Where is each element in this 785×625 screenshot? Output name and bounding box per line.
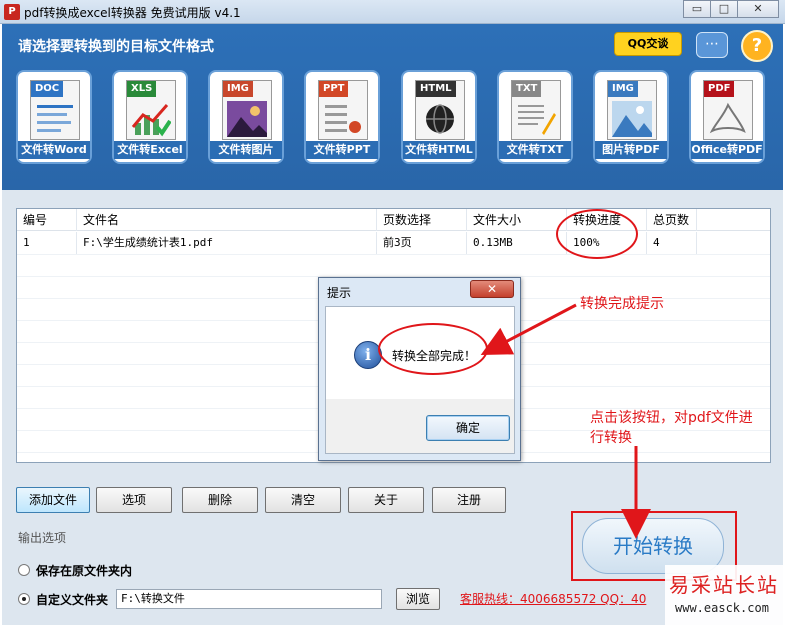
tool-label: 文件转Word	[18, 141, 90, 159]
slides-icon	[325, 105, 361, 133]
tool-label: 文件转图片	[210, 141, 282, 159]
help-icon[interactable]: ?	[741, 30, 773, 62]
about-button[interactable]: 关于	[348, 487, 424, 513]
dialog-ok-button[interactable]: 确定	[426, 415, 510, 441]
output-path-input[interactable]: F:\转换文件	[116, 589, 382, 609]
annotation-click-tip-line2: 行转换	[590, 430, 632, 446]
tool-label: Office转PDF	[691, 141, 763, 159]
message-highlight-ellipse	[378, 323, 488, 375]
clear-button[interactable]: 清空	[265, 487, 341, 513]
tool-label: 文件转Excel	[114, 141, 186, 159]
output-options-label: 输出选项	[18, 531, 67, 545]
tool-label: 图片转PDF	[595, 141, 667, 159]
title-bar: P pdf转换成excel转换器 免费试用版 v4.1 ▭ □ ✕	[0, 0, 785, 24]
img-file-icon: IMG	[222, 80, 272, 140]
tool-file-to-html[interactable]: HTML 文件转HTML	[401, 70, 477, 164]
app-icon: P	[4, 4, 20, 20]
chat-icon[interactable]: ⋯	[696, 32, 728, 58]
tool-badge: IMG	[608, 81, 638, 97]
tool-label: 文件转HTML	[403, 141, 475, 159]
window-title: pdf转换成excel转换器 免费试用版 v4.1	[24, 6, 241, 20]
tool-badge: IMG	[223, 81, 253, 97]
custom-folder-radio[interactable]	[18, 593, 30, 605]
tool-label: 文件转PPT	[306, 141, 378, 159]
service-hotline-link[interactable]: 客服热线：4006685572 QQ：40	[460, 590, 646, 607]
dialog-title: 提示	[327, 286, 352, 300]
acrobat-icon	[709, 102, 746, 134]
cell-filename: F:\学生成绩统计表1.pdf	[77, 232, 377, 254]
header-filename[interactable]: 文件名	[77, 209, 377, 231]
maximize-button[interactable]: □	[710, 0, 738, 18]
close-window-button[interactable]: ✕	[737, 0, 779, 18]
tool-file-to-image[interactable]: IMG 文件转图片	[208, 70, 284, 164]
delete-button[interactable]: 删除	[182, 487, 258, 513]
options-button[interactable]: 选项	[96, 487, 172, 513]
text-pen-icon	[518, 105, 556, 135]
watermark-cn: 易采站长站	[669, 573, 779, 597]
cell-page-select[interactable]: 前3页	[377, 232, 467, 254]
tool-office-to-pdf[interactable]: PDF Office转PDF	[689, 70, 765, 164]
banner-title: 请选择要转换到的目标文件格式	[18, 39, 214, 55]
tool-image-to-pdf[interactable]: IMG 图片转PDF	[593, 70, 669, 164]
header-file-size[interactable]: 文件大小	[467, 209, 567, 231]
add-file-button[interactable]: 添加文件	[16, 487, 90, 513]
format-toolbar: DOC 文件转Word XLS 文件转Excel IMG 文件转图片 PPT 文…	[16, 70, 776, 166]
dialog-close-button[interactable]: ✕	[470, 280, 514, 298]
header-total-pages[interactable]: 总页数	[647, 209, 697, 231]
cell-file-size: 0.13MB	[467, 232, 567, 254]
tool-file-to-ppt[interactable]: PPT 文件转PPT	[304, 70, 380, 164]
progress-highlight-ellipse	[556, 209, 638, 259]
tool-badge: DOC	[31, 81, 64, 97]
annotation-click-tip-line1: 点击该按钮，对pdf文件进	[590, 410, 753, 426]
row-divider	[17, 254, 770, 255]
txt-file-icon: TXT	[511, 80, 561, 140]
tool-badge: TXT	[512, 81, 542, 97]
table-row[interactable]: 1 F:\学生成绩统计表1.pdf 前3页 0.13MB 100% 4	[17, 232, 770, 254]
watermark: 易采站长站 www.easck.com	[665, 565, 785, 625]
doc-file-icon: DOC	[30, 80, 80, 140]
tool-file-to-word[interactable]: DOC 文件转Word	[16, 70, 92, 164]
watermark-en: www.easck.com	[675, 601, 769, 615]
pdf-file-icon: PDF	[703, 80, 753, 140]
html-file-icon: HTML	[415, 80, 465, 140]
landscape-image-icon	[227, 101, 267, 137]
tool-badge: XLS	[127, 81, 157, 97]
format-banner: 请选择要转换到的目标文件格式 QQ交谈 ⋯ ? DOC 文件转Word XLS	[2, 24, 783, 190]
custom-folder-label[interactable]: 自定义文件夹	[36, 591, 108, 608]
tool-badge: HTML	[416, 81, 456, 97]
tool-badge: PDF	[704, 81, 735, 97]
tool-badge: PPT	[319, 81, 349, 97]
cell-id: 1	[17, 232, 77, 254]
browse-button[interactable]: 浏览	[396, 588, 440, 610]
qq-chat-button[interactable]: QQ交谈	[614, 32, 682, 56]
window-controls: ▭ □ ✕	[683, 0, 779, 18]
tool-file-to-excel[interactable]: XLS 文件转Excel	[112, 70, 188, 164]
header-id[interactable]: 编号	[17, 209, 77, 231]
header-page-select[interactable]: 页数选择	[377, 209, 467, 231]
cell-total-pages: 4	[647, 232, 697, 254]
word-lines-icon	[37, 105, 73, 132]
ppt-file-icon: PPT	[318, 80, 368, 140]
annotation-done-tip: 转换完成提示	[580, 296, 664, 312]
xls-file-icon: XLS	[126, 80, 176, 140]
tool-label: 文件转TXT	[499, 141, 571, 159]
image-file-icon: IMG	[607, 80, 657, 140]
globe-icon	[426, 104, 454, 134]
register-button[interactable]: 注册	[432, 487, 506, 513]
excel-chart-icon	[131, 104, 171, 137]
minimize-button[interactable]: ▭	[683, 0, 711, 18]
tool-file-to-txt[interactable]: TXT 文件转TXT	[497, 70, 573, 164]
table-header: 编号 文件名 页数选择 文件大小 转换进度 总页数	[17, 209, 770, 231]
mountain-image-icon	[612, 101, 652, 137]
save-original-folder-label[interactable]: 保存在原文件夹内	[36, 562, 132, 579]
save-original-folder-radio[interactable]	[18, 564, 30, 576]
